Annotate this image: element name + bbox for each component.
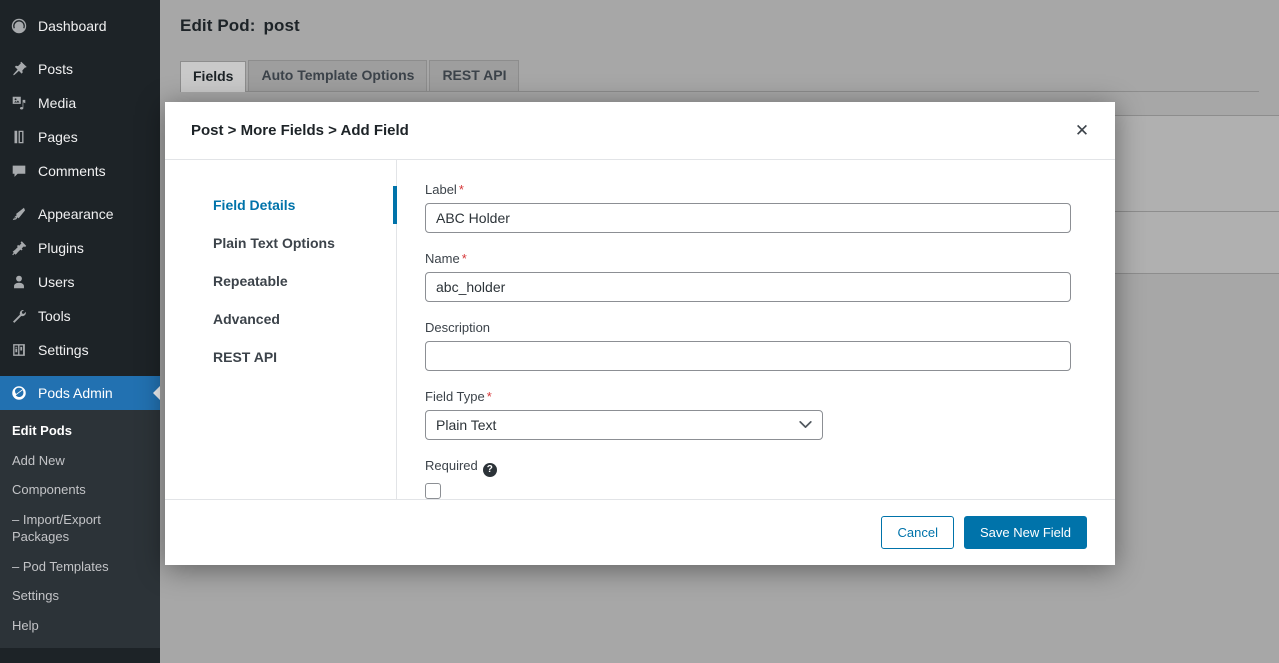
sidebar-item-users[interactable]: Users bbox=[0, 265, 160, 299]
field-type-row: Field Type * bbox=[425, 389, 1087, 440]
settings-icon bbox=[9, 340, 29, 360]
submenu-item-add-new[interactable]: Add New bbox=[0, 446, 150, 476]
sidebar-item-media[interactable]: Media bbox=[0, 86, 160, 120]
sidebar-item-label: Appearance bbox=[38, 206, 114, 222]
tab-fields[interactable]: Fields bbox=[180, 61, 247, 93]
sidebar-item-tools[interactable]: Tools bbox=[0, 299, 160, 333]
cancel-button[interactable]: Cancel bbox=[881, 515, 954, 550]
modal-nav-plain-text-options[interactable]: Plain Text Options bbox=[165, 224, 396, 262]
sidebar-item-pods-admin[interactable]: Pods Admin bbox=[0, 376, 160, 410]
label-field-row: Label * bbox=[425, 182, 1087, 233]
comments-icon bbox=[9, 161, 29, 181]
field-details-form: Label* Name* Description Field T bbox=[397, 160, 1115, 499]
sidebar-item-plugins[interactable]: Plugins bbox=[0, 231, 160, 265]
sidebar-item-posts[interactable]: Posts bbox=[0, 52, 160, 86]
sidebar-separator-4 bbox=[0, 648, 160, 657]
modal-nav-rest-api[interactable]: REST API bbox=[165, 338, 396, 376]
submenu-item-components[interactable]: Components bbox=[0, 475, 150, 505]
sidebar-spacer-top bbox=[0, 0, 160, 9]
sidebar-item-appearance[interactable]: Appearance bbox=[0, 197, 160, 231]
required-row: Required? bbox=[425, 458, 1087, 499]
modal-nav-repeatable[interactable]: Repeatable bbox=[165, 262, 396, 300]
sidebar-separator-1 bbox=[0, 43, 160, 52]
close-icon[interactable]: ✕ bbox=[1065, 114, 1099, 148]
submenu-item-pod-templates[interactable]: – Pod Templates bbox=[0, 552, 150, 582]
tab-auto-template-options[interactable]: Auto Template Options bbox=[248, 60, 428, 92]
description-field-row: Description bbox=[425, 320, 1087, 371]
label-field-label-text: Label bbox=[425, 182, 457, 197]
sidebar-item-comments[interactable]: Comments bbox=[0, 154, 160, 188]
plug-icon bbox=[9, 238, 29, 258]
description-field-label: Description bbox=[425, 320, 491, 335]
dashboard-icon bbox=[9, 16, 29, 36]
save-new-field-button[interactable]: Save New Field bbox=[963, 515, 1087, 550]
submenu-item-settings[interactable]: Settings bbox=[0, 581, 150, 611]
pods-icon bbox=[9, 383, 29, 403]
question-mark-icon[interactable]: ? bbox=[482, 462, 497, 477]
page-title-prefix: Edit Pod: bbox=[180, 16, 256, 35]
name-field-row: Name * bbox=[425, 251, 1087, 302]
field-type-label: Field Type * bbox=[425, 389, 1087, 404]
sidebar-item-partial-bottom[interactable] bbox=[0, 657, 160, 663]
sidebar-item-label: Comments bbox=[38, 163, 106, 179]
sidebar-item-label: Tools bbox=[38, 308, 71, 324]
submenu-item-help[interactable]: Help bbox=[0, 611, 150, 641]
required-marker: * bbox=[461, 251, 467, 266]
sidebar-item-label: Plugins bbox=[38, 240, 84, 256]
pages-icon bbox=[9, 127, 29, 147]
sidebar-item-label: Settings bbox=[38, 342, 89, 358]
modal-header: Post > More Fields > Add Field ✕ bbox=[165, 102, 1115, 160]
name-field-label-text: Name bbox=[425, 251, 460, 266]
modal-body: Field Details Plain Text Options Repeata… bbox=[165, 160, 1115, 499]
user-icon bbox=[9, 272, 29, 292]
sidebar-item-pages[interactable]: Pages bbox=[0, 120, 160, 154]
modal-nav-field-details[interactable]: Field Details bbox=[165, 186, 397, 224]
label-input[interactable] bbox=[425, 203, 1071, 233]
sidebar-item-label: Pods Admin bbox=[38, 385, 113, 401]
submenu-item-edit-pods[interactable]: Edit Pods bbox=[0, 416, 150, 446]
description-input[interactable] bbox=[425, 341, 1071, 371]
field-type-label-text: Field Type bbox=[425, 389, 485, 404]
required-label-text: Required bbox=[425, 458, 478, 473]
sidebar-separator-2 bbox=[0, 188, 160, 197]
required-label: Required? bbox=[425, 458, 1087, 477]
pin-icon bbox=[9, 59, 29, 79]
required-checkbox[interactable] bbox=[425, 482, 441, 499]
required-marker: * bbox=[458, 182, 464, 197]
modal-title: Post > More Fields > Add Field bbox=[191, 122, 409, 139]
page-tabs: Fields Auto Template Options REST API bbox=[180, 60, 1259, 93]
sidebar-item-label: Posts bbox=[38, 61, 74, 77]
tab-rest-api[interactable]: REST API bbox=[429, 60, 520, 92]
label-field-label: Label * bbox=[425, 182, 1087, 197]
pods-admin-submenu: Edit Pods Add New Components – Import/Ex… bbox=[0, 410, 160, 649]
modal-nav-advanced[interactable]: Advanced bbox=[165, 300, 396, 338]
field-type-select-wrapper bbox=[425, 410, 823, 440]
field-type-select[interactable] bbox=[425, 410, 823, 440]
sidebar-item-dashboard[interactable]: Dashboard bbox=[0, 9, 160, 43]
admin-sidebar: Dashboard Posts Media Pages Comments App… bbox=[0, 0, 160, 663]
name-input[interactable] bbox=[425, 272, 1071, 302]
brush-icon bbox=[9, 204, 29, 224]
sidebar-item-settings[interactable]: Settings bbox=[0, 333, 160, 367]
sidebar-item-label: Media bbox=[38, 95, 77, 111]
modal-sidebar-nav: Field Details Plain Text Options Repeata… bbox=[165, 160, 397, 499]
modal-footer: Cancel Save New Field bbox=[165, 499, 1115, 565]
name-field-label: Name * bbox=[425, 251, 1087, 266]
sidebar-item-label: Users bbox=[38, 274, 75, 290]
add-field-modal: Post > More Fields > Add Field ✕ Field D… bbox=[165, 102, 1115, 565]
page-title: Edit Pod: post bbox=[160, 0, 1279, 36]
media-icon bbox=[9, 93, 29, 113]
page-title-pod-name: post bbox=[263, 16, 300, 35]
submenu-item-import-export-packages[interactable]: – Import/Export Packages bbox=[0, 505, 150, 552]
wrench-icon bbox=[9, 306, 29, 326]
sidebar-item-label: Dashboard bbox=[38, 18, 107, 34]
sidebar-separator-3 bbox=[0, 367, 160, 376]
sidebar-item-label: Pages bbox=[38, 129, 78, 145]
required-marker: * bbox=[486, 389, 492, 404]
